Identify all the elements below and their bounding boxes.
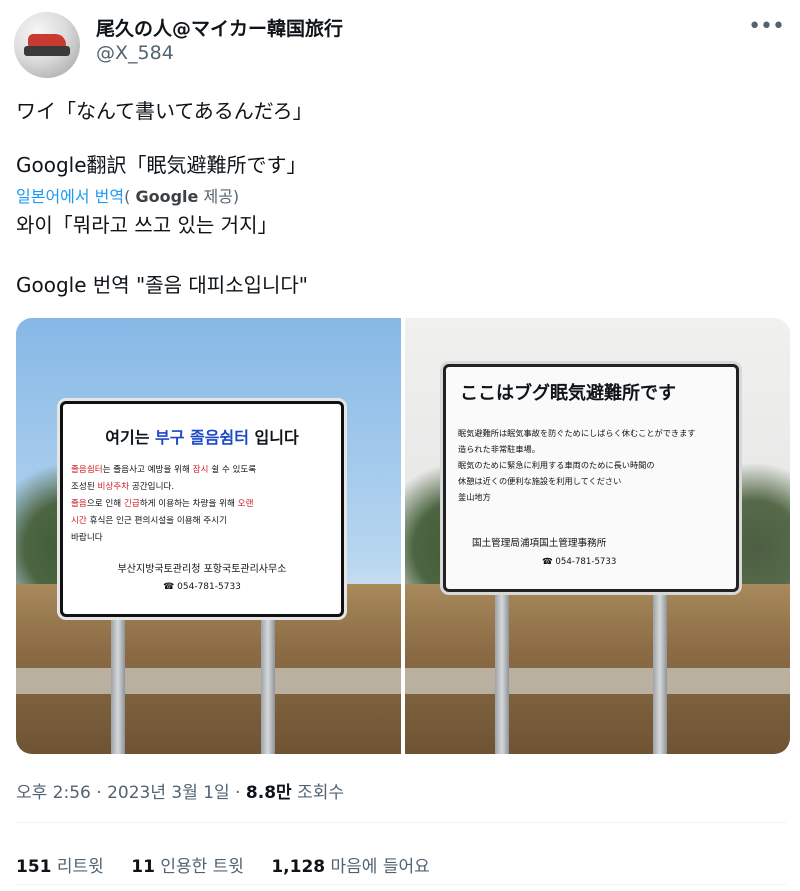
tweet-time[interactable]: 오후 2:56 — [16, 783, 91, 803]
japanese-sign-tel: ☎ 054-781-5733 — [542, 557, 617, 567]
korean-sign-line-4: 시간 휴식은 인근 편의시설을 이용해 주시기 — [71, 516, 227, 526]
view-label: 조회수 — [297, 783, 345, 803]
photo-japanese-sign[interactable]: ここはブグ眠気避難所です 眠気避難所は眠気事故を防ぐためにしばらく休むことができ… — [405, 318, 790, 754]
sign-pole-right — [653, 590, 667, 754]
provided-text: 제공 — [203, 187, 233, 206]
japanese-sign-body: 眠気避難所は眠気事故を防ぐためにしばらく休むことができます 造られた非常駐車場。… — [458, 425, 726, 505]
tweet-date[interactable]: 2023년 3월 1일 — [107, 783, 230, 803]
tweet-photos: 여기는 부구 졸음쉼터 입니다 졸음쉼터는 졸음사고 예방을 위해 잠시 쉴 수… — [16, 318, 790, 754]
road-strip — [405, 668, 790, 694]
more-horizontal-icon[interactable]: ••• — [748, 14, 785, 39]
tweet-line-3: 와이「뭐라고 쓰고 있는 거지」 — [16, 213, 278, 237]
likes-stat[interactable]: 1,128 마음에 들어요 — [271, 857, 429, 877]
sign-title-pre: 여기는 — [105, 428, 150, 447]
sign-pole-left — [495, 590, 509, 754]
korean-sign-line-1: 졸음쉼터는 졸음사고 예방을 위해 잠시 쉴 수 있도록 — [71, 465, 257, 475]
japanese-sign-line-4: 休憩は近くの便利な施設を利用してください — [458, 476, 622, 486]
japanese-sign-line-3: 眠気のために緊急に利用する車両のために長い時間の — [458, 460, 655, 470]
user-handle[interactable]: @X_584 — [96, 42, 174, 64]
road-strip — [16, 668, 401, 694]
meta-separator: · — [96, 783, 102, 803]
korean-sign-title: 여기는 부구 졸음쉼터 입니다 — [63, 424, 341, 448]
tweet-line-4: Google 번역 "졸음 대피소입니다" — [16, 273, 308, 297]
tweet-stats: 151 리트윗 11 인용한 트윗 1,128 마음에 들어요 — [16, 852, 452, 877]
tweet-line-1: ワイ「なんて書いてあるんだろ」 — [16, 99, 313, 123]
korean-sign-tel: ☎ 054-781-5733 — [163, 582, 241, 592]
tweet-header: 尾久の人@マイカー韓国旅行 @X_584 ••• — [14, 10, 786, 78]
avatar-car-base — [24, 46, 70, 56]
meta-separator-2: · — [235, 783, 241, 803]
google-logo-text: Google — [135, 187, 199, 206]
quotes-label: 인용한 트윗 — [160, 857, 244, 877]
korean-sign-line-2: 조성된 비상주차 공간입니다. — [71, 482, 175, 492]
avatar[interactable] — [14, 12, 80, 78]
japanese-sign-board: ここはブグ眠気避難所です 眠気避難所は眠気事故を防ぐためにしばらく休むことができ… — [443, 364, 739, 592]
japanese-sign-line-5: 釜山地方 — [458, 492, 491, 502]
view-count: 8.8만 — [245, 783, 292, 803]
japanese-sign-line-1: 眠気避難所は眠気事故を防ぐためにしばらく休むことができます — [458, 428, 696, 438]
korean-sign-line-3: 졸음으로 인해 긴급하게 이용하는 차량을 위해 오랜 — [71, 499, 254, 509]
japanese-sign-title: ここはブグ眠気避難所です — [460, 383, 676, 404]
tweet-line-2: Google翻訳「眠気避難所です」 — [16, 153, 307, 177]
japanese-sign-line-2: 造られた非常駐車場。 — [458, 444, 540, 454]
retweets-count: 151 — [16, 857, 52, 877]
likes-label: 마음에 들어요 — [330, 857, 430, 877]
sign-pole-left — [111, 610, 125, 754]
likes-count: 1,128 — [271, 857, 326, 877]
user-display-name[interactable]: 尾久の人@マイカー韓国旅行 — [96, 14, 343, 41]
divider — [16, 822, 786, 823]
retweets-label: 리트윗 — [56, 857, 104, 877]
photo-korean-sign[interactable]: 여기는 부구 졸음쉼터 입니다 졸음쉼터는 졸음사고 예방을 위해 잠시 쉴 수… — [16, 318, 401, 754]
sign-title-post: 입니다 — [254, 428, 299, 447]
translation-attribution: 일본어에서 번역( Google 제공) — [16, 187, 240, 206]
retweets-stat[interactable]: 151 리트윗 — [16, 857, 104, 877]
korean-sign-board: 여기는 부구 졸음쉼터 입니다 졸음쉼터는 졸음사고 예방을 위해 잠시 쉴 수… — [60, 401, 344, 617]
sign-pole-right — [261, 610, 275, 754]
translate-link[interactable]: 일본어에서 번역 — [16, 187, 124, 206]
korean-sign-body: 졸음쉼터는 졸음사고 예방을 위해 잠시 쉴 수 있도록 조성된 비상주차 공간… — [71, 462, 333, 547]
quotes-stat[interactable]: 11 인용한 트윗 — [131, 857, 244, 877]
tweet-meta: 오후 2:56 · 2023년 3월 1일 · 8.8만 조회수 — [16, 778, 344, 803]
japanese-sign-org: 国土管理局浦項国土管理事務所 — [472, 538, 607, 549]
korean-sign-line-5: 바랍니다 — [71, 533, 103, 543]
quotes-count: 11 — [131, 857, 155, 877]
korean-sign-org: 부산지방국토관리청 포항국토관리사무소 — [117, 564, 287, 575]
sign-title-place: 부구 졸음쉼터 — [155, 428, 249, 447]
divider-bottom — [16, 884, 786, 885]
